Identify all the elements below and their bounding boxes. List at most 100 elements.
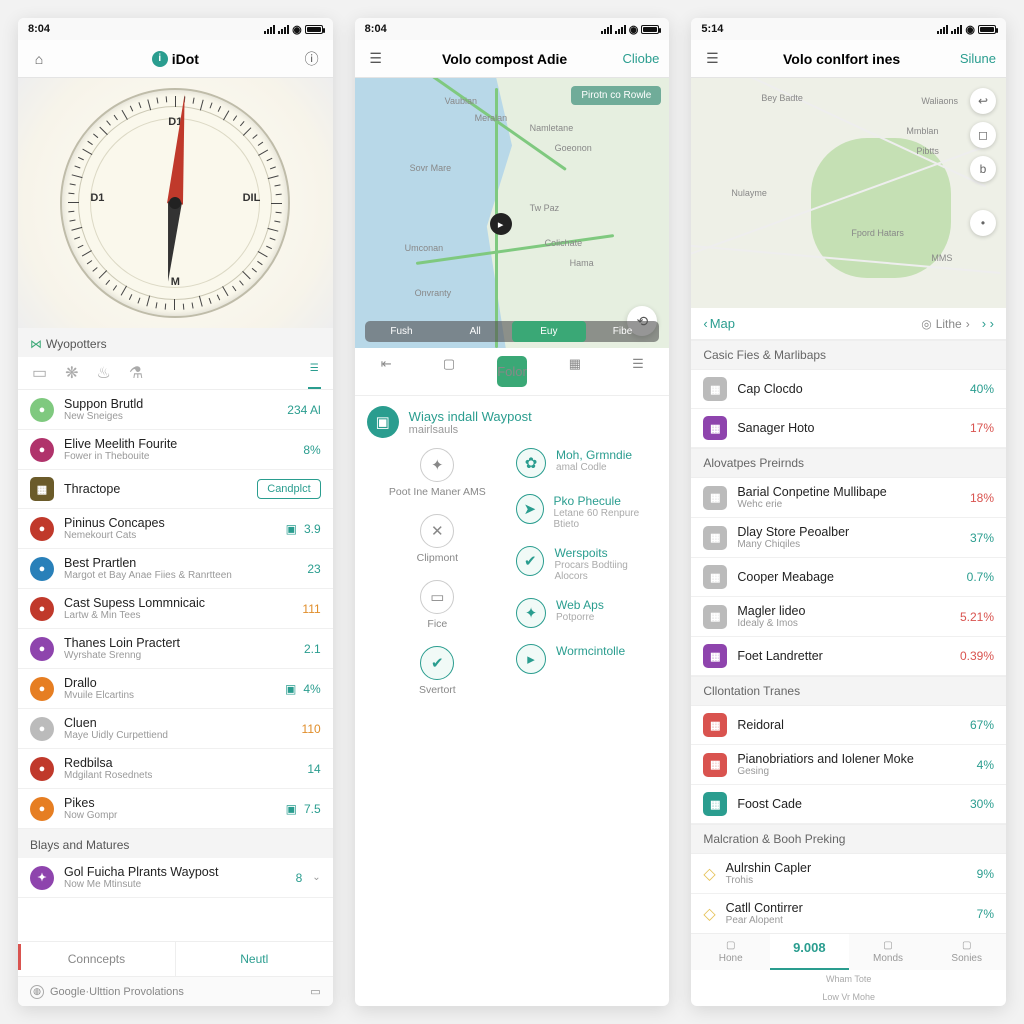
grid-item[interactable]: ▭Fice	[367, 580, 508, 630]
tool-back[interactable]: ⇤	[355, 348, 418, 395]
map-view[interactable]: Pirotn co Rowle ▸ ⟲ VaubianMeralanNamlet…	[355, 78, 670, 348]
tool-grid[interactable]: ▦	[543, 348, 606, 395]
list-item[interactable]: ▦Cap Clocdo40%	[691, 370, 1006, 409]
tab-icon-4[interactable]: ⚗	[127, 357, 145, 389]
card-icon[interactable]: ▭	[310, 985, 320, 998]
list-item[interactable]: ● Pininus ConcapesNemekourt Cats ▣3.9	[18, 509, 333, 549]
status-time: 8:04	[365, 23, 387, 35]
tool-box[interactable]: ▢	[418, 348, 481, 395]
list-item[interactable]: ▦Reidoral67%	[691, 706, 1006, 745]
undo-fab[interactable]: ↩	[970, 88, 996, 114]
right-link[interactable]: Cliobe	[622, 51, 659, 66]
list-item[interactable]: ▦Foost Cade30%	[691, 785, 1006, 824]
tab-next[interactable]: Neutl	[176, 942, 333, 976]
grid-item[interactable]: ✕Clipmont	[367, 514, 508, 564]
map-center-pin[interactable]: ▸	[490, 213, 512, 235]
section-blays: Blays and Matures	[18, 829, 333, 858]
menu-icon[interactable]: ☰	[365, 48, 387, 70]
footer: ◍ Google·Ulttion Provolations ▭	[18, 976, 333, 1006]
b-fab[interactable]: b	[970, 156, 996, 182]
list-item[interactable]: ● PikesNow Gompr ▣7.5	[18, 789, 333, 829]
list-item[interactable]: ▦Foet Landretter0.39%	[691, 637, 1006, 676]
page-title: Volo compost Adie	[442, 51, 567, 67]
app-logo-icon: i	[152, 51, 168, 67]
tab-active[interactable]: ☰	[308, 357, 321, 389]
lithe-link[interactable]: ◎ Lithe ›	[921, 317, 970, 331]
back-button[interactable]: ‹ Map	[703, 316, 735, 331]
link-item[interactable]: ▸Wormcintolle	[516, 644, 657, 674]
signal-icon	[937, 25, 948, 34]
list-item[interactable]: ● Suppon BrutldNew Sneiges 234 Al	[18, 390, 333, 430]
map-chip[interactable]: Pirotn co Rowle	[571, 86, 661, 105]
compass-dial[interactable]: D1 D1 DIL M	[60, 88, 290, 318]
map-label: Pibtts	[916, 146, 939, 156]
bookmark-fab[interactable]: ◻	[970, 122, 996, 148]
list-item[interactable]: ● RedbilsaMdgilant Rosednets 14	[18, 749, 333, 789]
row-value: 67%	[970, 718, 994, 732]
list-item[interactable]: ◇Catll ContirrerPear Alopent7%	[691, 894, 1006, 933]
list-item[interactable]: ● Best PrartlenMargot et Bay Anae Fiies …	[18, 549, 333, 589]
phone-confort: 5:14 ◉ ☰ Volo conlfort ines Silune Bey B…	[691, 18, 1006, 1006]
row-value: 40%	[970, 382, 994, 396]
pill-item[interactable]: Euy	[512, 321, 586, 342]
list-scroller[interactable]: Casic Fies & Marlibaps ▦Cap Clocdo40%▦Sa…	[691, 340, 1006, 933]
list-item[interactable]: ▦Pianobriatiors and Iolener MokeGesing4%	[691, 745, 1006, 785]
candpict-button[interactable]: Candplct	[257, 479, 320, 499]
pill-item[interactable]: All	[438, 321, 512, 342]
list-item[interactable]: ▦Barial Conpetine MullibapeWehc erie18%	[691, 478, 1006, 518]
list-item[interactable]: ● Elive Meelith FouriteFower in Thebouit…	[18, 430, 333, 470]
map-view[interactable]: Bey BadteWaliaonsMmblanPibttsNulaymeFpor…	[691, 78, 1006, 308]
menu-icon[interactable]: ☰	[701, 48, 723, 70]
row-thactope[interactable]: ▦ Thractope Candplct	[18, 470, 333, 509]
row-icon: ▦	[703, 713, 727, 737]
dot-fab[interactable]: •	[970, 210, 996, 236]
grid-item[interactable]: ✦Poot Ine Maner AMS	[367, 448, 508, 498]
list-item[interactable]: ▦Magler lideoIdealy & Imos5.21%	[691, 597, 1006, 637]
grid-item[interactable]: ✔Svertort	[367, 646, 508, 696]
map-label: Vaubian	[445, 96, 477, 106]
row-last[interactable]: ✦ Gol Fuicha Plrants WaypostNow Me Mtins…	[18, 858, 333, 898]
status-bar: 5:14 ◉	[691, 18, 1006, 40]
tab-icon-2[interactable]: ❋	[63, 357, 80, 389]
tab-icon-1[interactable]: ▭	[30, 357, 49, 389]
list-item[interactable]: ▦Dlay Store PeoalberMany Chiqiles37%	[691, 518, 1006, 558]
list-item[interactable]: ▦Sanager Hoto17%	[691, 409, 1006, 448]
row-value: 17%	[970, 421, 994, 435]
link-item[interactable]: ➤Pko PheculeLetane 60 Renpure Btieto	[516, 494, 657, 530]
pill-item[interactable]: Fush	[365, 321, 439, 342]
row-icon: ●	[30, 557, 54, 581]
map-label: Sovr Mare	[410, 163, 452, 173]
tab-icon: ▢	[883, 940, 892, 951]
row-value: 9%	[977, 867, 994, 881]
tab-icon-3[interactable]: ♨	[95, 357, 113, 389]
list-item[interactable]: ● Thanes Loin PractertWyrshate Srenng 2.…	[18, 629, 333, 669]
section-1: Casic Fies & Marlibaps	[691, 340, 1006, 370]
list-item[interactable]: ▦Cooper Meabage0.7%	[691, 558, 1006, 597]
map-label: MMS	[931, 253, 952, 263]
list-item[interactable]: ● Cast Supess LommnicaicLartw & Min Tees…	[18, 589, 333, 629]
list-item[interactable]: ● DralloMvuile Elcartins ▣4%	[18, 669, 333, 709]
right-link[interactable]: Silune	[960, 51, 996, 66]
tool-list[interactable]: ☰	[606, 348, 669, 395]
list-item[interactable]: ● CluenMaye Uidly Curpettiend 110	[18, 709, 333, 749]
map-fabs: ↩ ◻ b •	[970, 88, 996, 236]
waypost-link[interactable]: ▣ Wiays indall Waypostmairlsauls	[355, 396, 670, 448]
tab-connects[interactable]: Conncepts	[18, 942, 176, 976]
list-scroller[interactable]: ● Suppon BrutldNew Sneiges 234 Al● Elive…	[18, 390, 333, 941]
link-item[interactable]: ✦Web ApsPotporre	[516, 598, 657, 628]
tab-item[interactable]: ▢Hone	[691, 934, 770, 970]
link-item[interactable]: ✔WerspoitsProcars Bodtiing Alocors	[516, 546, 657, 582]
tool-folor[interactable]: Folor	[481, 348, 544, 395]
row-value: 2.1	[304, 642, 321, 656]
pill-item[interactable]: Fibe	[586, 321, 660, 342]
link-item[interactable]: ✿Moh, Grmndieamal Codle	[516, 448, 657, 478]
chevron-left-icon: ‹	[703, 316, 707, 331]
row-value: 5.21%	[960, 610, 994, 624]
tab-item[interactable]: ▢Sonies	[927, 934, 1006, 970]
home-icon[interactable]: ⌂	[28, 48, 50, 70]
info-icon[interactable]: ⓘ	[301, 48, 323, 70]
tab-item[interactable]: 9.008	[770, 934, 849, 970]
tab-item[interactable]: ▢Monds	[849, 934, 928, 970]
list-item[interactable]: ◇Aulrshin CaplerTrohis9%	[691, 854, 1006, 894]
forward-button[interactable]: › ›	[982, 316, 994, 331]
